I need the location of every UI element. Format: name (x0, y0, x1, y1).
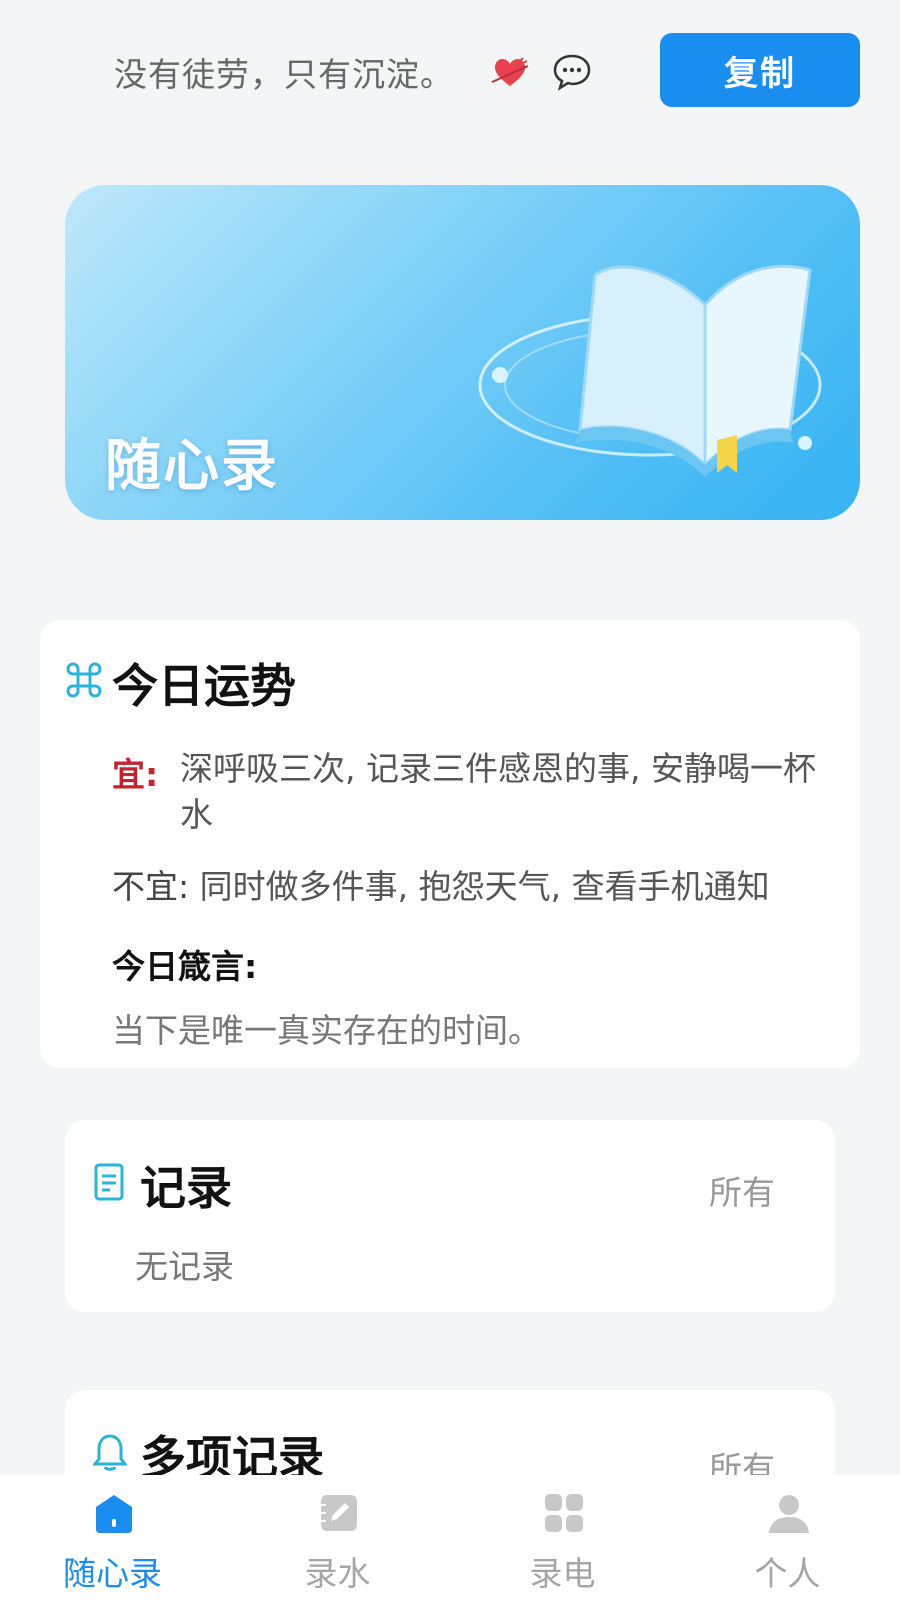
daily-motto-text: 当下是唯一真实存在的时间。 (112, 1011, 541, 1050)
bottom-nav: 随心录 录水 录电 个人 (0, 1475, 900, 1600)
buyi-text: 同时做多件事, 抱怨天气, 查看手机通知 (199, 867, 770, 906)
command-icon (66, 662, 102, 698)
nav-label-water: 录水 (304, 1554, 371, 1593)
grid-icon (545, 1494, 583, 1532)
banner-title: 随心录 (105, 434, 279, 499)
daily-motto-label: 今日箴言: (112, 947, 258, 986)
nav-label-electric: 录电 (529, 1554, 596, 1593)
nav-label-home: 随心录 (63, 1554, 162, 1593)
heart-icon[interactable] (490, 52, 530, 92)
document-icon (94, 1163, 124, 1201)
chat-bubble-icon[interactable] (552, 52, 592, 92)
fortune-title: 今日运势 (112, 659, 296, 713)
person-icon (769, 1495, 809, 1533)
yi-label: 宜: (112, 755, 159, 794)
nav-item-electric[interactable]: 录电 (450, 1475, 675, 1600)
header-motto: 没有徒劳，只有沉淀。 (114, 55, 454, 94)
records-card: 记录 所有 无记录 (65, 1120, 835, 1312)
buyi-label: 不宜: (112, 867, 190, 906)
fortune-card: 今日运势 宜: 深呼吸三次, 记录三件感恩的事, 安静喝一杯水 不宜: 同时做多… (40, 620, 860, 1068)
nav-item-profile[interactable]: 个人 (675, 1475, 900, 1600)
buyi-row: 不宜: 同时做多件事, 抱怨天气, 查看手机通知 (112, 860, 770, 908)
banner[interactable]: 随心录 (65, 185, 860, 520)
yi-text: 深呼吸三次, 记录三件感恩的事, 安静喝一杯水 (180, 749, 816, 834)
records-all-link[interactable]: 所有 (709, 1166, 775, 1214)
nav-item-home[interactable]: 随心录 (0, 1475, 225, 1600)
top-bar: 没有徒劳，只有沉淀。 复制 (0, 0, 900, 140)
nav-item-water[interactable]: 录水 (225, 1475, 450, 1600)
nav-label-profile: 个人 (754, 1554, 821, 1593)
records-title: 记录 (140, 1161, 232, 1215)
records-empty-text: 无记录 (135, 1247, 234, 1286)
bell-icon (93, 1434, 127, 1471)
copy-button[interactable]: 复制 (660, 33, 860, 107)
edit-icon (321, 1495, 357, 1531)
book-illustration (478, 264, 822, 477)
home-icon (96, 1495, 132, 1533)
